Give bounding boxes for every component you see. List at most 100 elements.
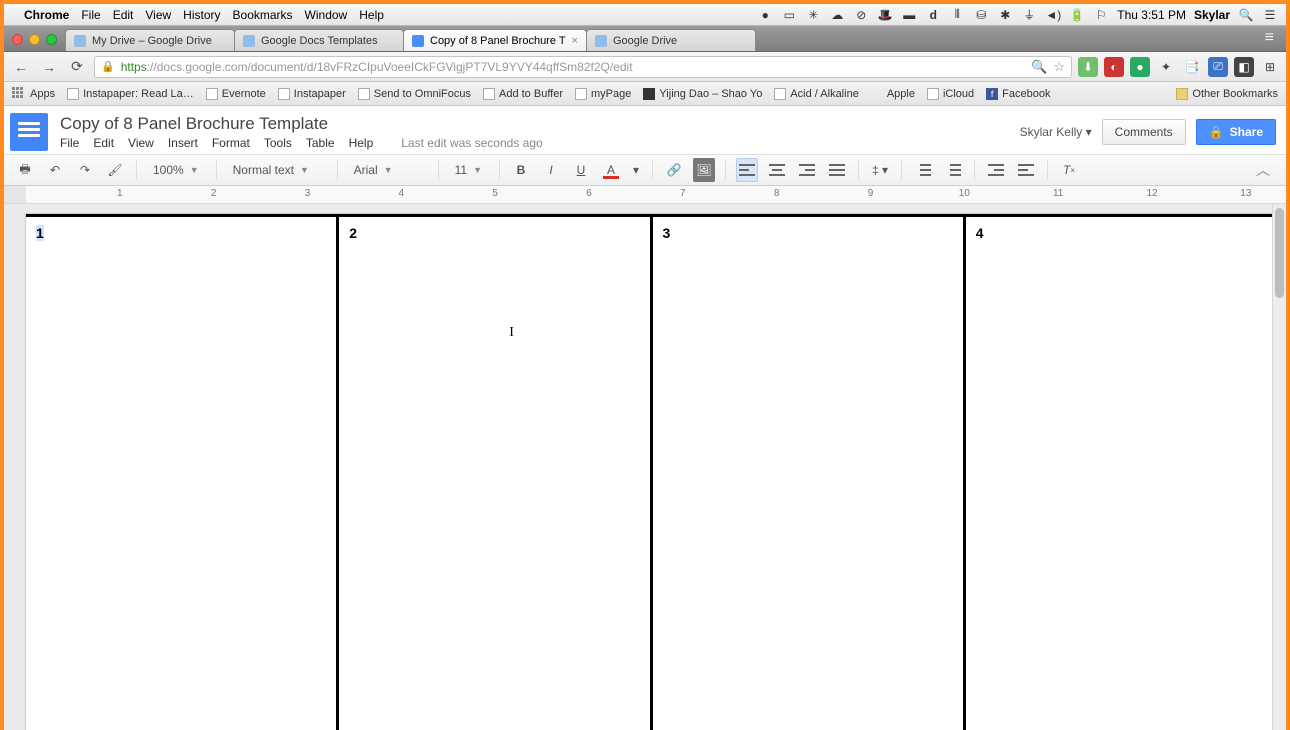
bookmark-item[interactable]: iCloud xyxy=(927,88,974,100)
wifi-icon[interactable]: ⏚ xyxy=(1021,6,1037,23)
bookmark-item[interactable]: Evernote xyxy=(206,88,266,100)
font-size-select[interactable]: 11▼ xyxy=(449,163,489,177)
bookmark-item[interactable]: Add to Buffer xyxy=(483,88,563,100)
mac-menu-help[interactable]: Help xyxy=(359,8,384,22)
menu-edit[interactable]: Edit xyxy=(93,136,114,150)
document-canvas[interactable]: 1 2 I 3 4 xyxy=(4,204,1286,730)
extension-icon[interactable]: ⊞ xyxy=(1260,57,1280,77)
align-left-button[interactable] xyxy=(736,158,758,182)
account-dropdown[interactable]: Skylar Kelly ▾ xyxy=(1020,125,1092,139)
apps-button[interactable]: Apps xyxy=(12,87,55,101)
browser-tab[interactable]: Google Drive xyxy=(586,29,756,51)
extension-icon[interactable]: ◧ xyxy=(1234,57,1254,77)
reload-button[interactable]: ⟳ xyxy=(66,56,88,78)
volume-icon[interactable]: ◄) xyxy=(1045,8,1061,22)
other-bookmarks-button[interactable]: Other Bookmarks xyxy=(1176,88,1278,100)
mac-app-name[interactable]: Chrome xyxy=(24,8,69,22)
extension-icon[interactable]: ● xyxy=(1130,57,1150,77)
extension-icon[interactable]: ⬇ xyxy=(1078,57,1098,77)
mac-menu-file[interactable]: File xyxy=(81,8,100,22)
mac-menu-view[interactable]: View xyxy=(145,8,171,22)
bookmark-item[interactable]: Acid / Alkaline xyxy=(774,88,858,100)
collapse-toolbar-button[interactable]: ︿ xyxy=(1250,160,1276,180)
forward-button[interactable]: → xyxy=(38,56,60,78)
bookmark-item[interactable]: Send to OmniFocus xyxy=(358,88,471,100)
status-icon[interactable]: ⊘ xyxy=(853,8,869,22)
mac-menu-history[interactable]: History xyxy=(183,8,220,22)
spotlight-icon[interactable]: 🔍 xyxy=(1238,8,1254,22)
mac-menu-edit[interactable]: Edit xyxy=(113,8,134,22)
browser-tab-active[interactable]: Copy of 8 Panel Brochure T× xyxy=(403,29,587,51)
bookmark-item[interactable]: Instapaper: Read La… xyxy=(67,88,194,100)
mac-clock[interactable]: Thu 3:51 PM xyxy=(1117,8,1186,22)
status-icon[interactable]: 🎩 xyxy=(877,8,893,22)
paint-format-button[interactable]: 🖌 xyxy=(104,158,126,182)
vertical-scrollbar[interactable] xyxy=(1272,204,1286,730)
bookmark-item[interactable]: fFacebook xyxy=(986,88,1050,100)
horizontal-ruler[interactable]: 12345678910111213 xyxy=(4,186,1286,204)
menu-view[interactable]: View xyxy=(128,136,154,150)
document-title[interactable]: Copy of 8 Panel Brochure Template xyxy=(60,114,543,134)
bluetooth-icon[interactable]: ✱ xyxy=(997,8,1013,22)
notification-center-icon[interactable]: ☰ xyxy=(1262,8,1278,22)
align-center-button[interactable] xyxy=(766,158,788,182)
decrease-indent-button[interactable] xyxy=(985,158,1007,182)
status-icon[interactable]: ▭ xyxy=(781,8,797,22)
extension-icon[interactable]: ◐ xyxy=(1104,57,1124,77)
bold-button[interactable]: B xyxy=(510,158,532,182)
chrome-menu-icon[interactable]: ≡ xyxy=(1265,29,1282,51)
align-justify-button[interactable] xyxy=(826,158,848,182)
print-button[interactable]: 🖶 xyxy=(14,158,36,182)
bookmark-item[interactable]: Instapaper xyxy=(278,88,346,100)
underline-button[interactable]: U xyxy=(570,158,592,182)
back-button[interactable]: ← xyxy=(10,56,32,78)
align-right-button[interactable] xyxy=(796,158,818,182)
italic-button[interactable]: I xyxy=(540,158,562,182)
comments-button[interactable]: Comments xyxy=(1102,119,1186,145)
clear-formatting-button[interactable]: T× xyxy=(1058,158,1080,182)
share-button[interactable]: 🔒Share xyxy=(1196,119,1276,145)
extension-icon[interactable]: ⎚ xyxy=(1208,57,1228,77)
bookmark-item[interactable]: Yijing Dao – Shao Yo xyxy=(643,88,762,100)
bookmark-item[interactable]: Apple xyxy=(871,88,915,100)
undo-button[interactable]: ↶ xyxy=(44,158,66,182)
zoom-icon[interactable]: 🔍 xyxy=(1031,59,1047,75)
bookmark-item[interactable]: myPage xyxy=(575,88,631,100)
scrollbar-thumb[interactable] xyxy=(1275,208,1284,298)
font-select[interactable]: Arial▼ xyxy=(348,163,428,177)
table-cell[interactable]: 3 xyxy=(653,217,966,730)
redo-button[interactable]: ↷ xyxy=(74,158,96,182)
zoom-select[interactable]: 100%▼ xyxy=(147,163,206,177)
menu-file[interactable]: File xyxy=(60,136,79,150)
menu-format[interactable]: Format xyxy=(212,136,250,150)
battery-icon[interactable]: 🔋 xyxy=(1069,8,1085,22)
status-icon[interactable]: ⛁ xyxy=(973,8,989,22)
mac-menu-bookmarks[interactable]: Bookmarks xyxy=(233,8,293,22)
window-zoom-button[interactable] xyxy=(46,34,57,45)
document-page[interactable]: 1 2 I 3 4 xyxy=(26,214,1276,730)
menu-insert[interactable]: Insert xyxy=(168,136,198,150)
status-icon[interactable]: ▬ xyxy=(901,8,917,22)
menu-help[interactable]: Help xyxy=(349,136,374,150)
table-cell[interactable]: 1 xyxy=(26,217,339,730)
status-icon[interactable]: ☁ xyxy=(829,8,845,22)
paragraph-style-select[interactable]: Normal text▼ xyxy=(227,163,327,177)
flag-icon[interactable]: ⚐ xyxy=(1093,8,1109,22)
increase-indent-button[interactable] xyxy=(1015,158,1037,182)
menu-table[interactable]: Table xyxy=(306,136,335,150)
extension-icon[interactable]: ✦ xyxy=(1156,57,1176,77)
bookmark-star-icon[interactable]: ☆ xyxy=(1053,59,1065,75)
table-cell[interactable]: 2 I xyxy=(339,217,652,730)
insert-link-button[interactable]: 🔗 xyxy=(663,158,685,182)
bulleted-list-button[interactable] xyxy=(942,158,964,182)
insert-image-button[interactable]: 🖼 xyxy=(693,158,715,182)
browser-tab[interactable]: My Drive – Google Drive xyxy=(65,29,235,51)
mac-user[interactable]: Skylar xyxy=(1194,8,1230,22)
text-color-dropdown[interactable]: ▾ xyxy=(630,158,642,182)
extension-icon[interactable]: 📑 xyxy=(1182,57,1202,77)
status-icon[interactable]: ● xyxy=(757,8,773,22)
status-icon[interactable]: ⫴ xyxy=(949,7,965,22)
window-close-button[interactable] xyxy=(12,34,23,45)
menu-tools[interactable]: Tools xyxy=(264,136,292,150)
status-icon[interactable]: ✳ xyxy=(805,8,821,22)
